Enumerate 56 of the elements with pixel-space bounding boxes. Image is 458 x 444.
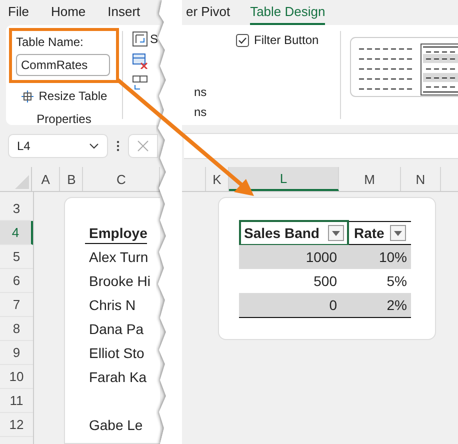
- table-cell-text: 10%: [378, 248, 408, 267]
- formula-field[interactable]: [184, 133, 458, 159]
- remove-duplicates-icon[interactable]: [132, 53, 148, 69]
- column-header[interactable]: N: [401, 167, 441, 191]
- row-header[interactable]: 4: [0, 221, 33, 245]
- ribbon-tab[interactable]: Home: [50, 0, 86, 25]
- row-header[interactable]: 12: [0, 413, 33, 437]
- table-style-gallery[interactable]: [350, 37, 458, 97]
- button-label: ns: [194, 85, 208, 101]
- table-cell: Chris N: [89, 297, 136, 313]
- triangle-down-icon: [332, 230, 340, 236]
- table-cell: Gabe Le: [89, 417, 143, 433]
- table-cell: Brooke Hi: [89, 273, 150, 289]
- column-header[interactable]: M: [339, 167, 401, 191]
- row-header[interactable]: 10: [0, 365, 33, 389]
- checkbox-icon: [236, 34, 249, 46]
- table-cell: Elliot Sto: [89, 345, 144, 361]
- table-cell: Farah Ka: [89, 369, 147, 385]
- column-header[interactable]: L: [229, 167, 339, 191]
- group-label: ns: [194, 105, 208, 121]
- row-header[interactable]: 11: [0, 389, 33, 413]
- row-header[interactable]: 7: [0, 293, 33, 317]
- table-cell-text: 1000: [304, 248, 338, 267]
- column-header[interactable]: A: [32, 167, 60, 191]
- chevron-down-icon: [89, 143, 99, 149]
- resize-table-icon: [20, 90, 34, 102]
- pivot-table-icon: [132, 31, 148, 47]
- ribbon-tab[interactable]: er Pivot: [186, 0, 230, 25]
- summarize-button[interactable]: S: [132, 31, 158, 47]
- table-name-label: Table Name:: [16, 35, 84, 49]
- table-cell-text: 0: [328, 296, 338, 315]
- column-heading: Employe: [85, 222, 148, 244]
- triangle-down-icon: [394, 230, 402, 236]
- resize-table-button[interactable]: Resize Table: [20, 89, 108, 103]
- table-cell-text: 500: [312, 272, 338, 291]
- filter-dropdown-button[interactable]: [328, 225, 344, 241]
- row-header[interactable]: 5: [0, 245, 33, 269]
- convert-range-icon[interactable]: [132, 75, 148, 91]
- ribbon-tab[interactable]: Insert: [108, 0, 140, 25]
- row-header[interactable]: 9: [0, 341, 33, 365]
- ribbon-tab[interactable]: File: [8, 0, 29, 25]
- row-header[interactable]: 6: [0, 269, 33, 293]
- filter-dropdown-button[interactable]: [390, 225, 406, 241]
- table-name-field[interactable]: CommRates: [16, 54, 110, 76]
- column-header[interactable]: B: [60, 167, 84, 191]
- more-icon[interactable]: [116, 140, 120, 152]
- table-cell-text: 5%: [386, 272, 408, 291]
- table-cell: Dana Pa: [89, 321, 144, 337]
- table-cell-text: 2%: [386, 296, 408, 315]
- name-box[interactable]: L4: [8, 134, 108, 158]
- group-label: Properties: [36, 112, 92, 126]
- table-cell: Alex Turn: [89, 249, 148, 265]
- table-header-cell[interactable]: Rate: [349, 220, 411, 246]
- filter-button-checkbox[interactable]: Filter Button: [236, 33, 340, 47]
- row-header[interactable]: 8: [0, 317, 33, 341]
- close-icon: [137, 140, 149, 152]
